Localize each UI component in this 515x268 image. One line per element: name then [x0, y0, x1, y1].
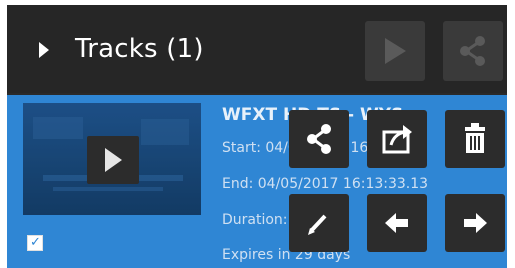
pencil-icon: [308, 214, 327, 235]
previous-track-button[interactable]: [367, 194, 427, 252]
track-end: End: 04/05/2017 16:13:33.13: [222, 176, 429, 192]
share-icon: [307, 124, 331, 154]
tracks-title: Tracks (1): [75, 34, 204, 64]
track-thumbnail[interactable]: [23, 103, 201, 215]
track-item[interactable]: ✓ WFXT HD TS - WYS Start: 04/05/2017 16:…: [7, 95, 507, 268]
tracks-panel: Tracks (1) ✓ WFXT - Start: End: 04/05/20…: [7, 5, 507, 268]
export-icon: [382, 125, 412, 154]
play-all-button[interactable]: [365, 21, 425, 81]
tracks-header[interactable]: Tracks (1): [7, 5, 507, 93]
share-icon: [460, 36, 485, 66]
checkmark-icon: ✓: [30, 235, 41, 250]
trash-icon: [465, 123, 485, 153]
arrow-right-icon: [464, 213, 487, 233]
thumbnail-play-button[interactable]: [87, 136, 139, 184]
edit-track-button[interactable]: [289, 194, 349, 252]
play-icon: [105, 148, 122, 172]
play-icon: [385, 38, 406, 64]
export-track-button[interactable]: [367, 110, 427, 168]
track-select-checkbox[interactable]: ✓: [27, 235, 43, 251]
caret-right-icon[interactable]: [39, 42, 49, 58]
share-track-button[interactable]: [289, 110, 349, 168]
next-track-button[interactable]: [445, 194, 505, 252]
delete-track-button[interactable]: [445, 110, 505, 168]
share-all-button[interactable]: [443, 21, 503, 81]
arrow-left-icon: [385, 213, 408, 233]
